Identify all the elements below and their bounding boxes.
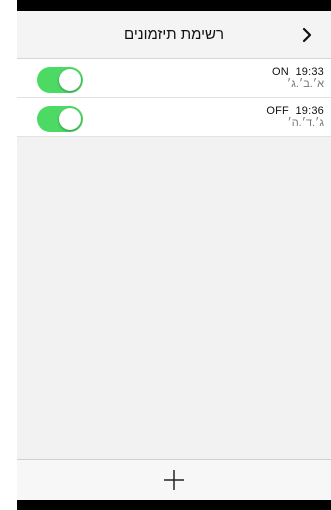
timer-state: OFF (266, 105, 289, 117)
navigation-bar (17, 500, 331, 510)
phone-screen: רשימת תיזמונים ON 19:33 א׳.ב׳.ג׳ OFF 19:… (17, 0, 331, 510)
timer-list: ON 19:33 א׳.ב׳.ג׳ OFF 19:36 ג׳.ד׳.ה׳ (17, 59, 331, 137)
timer-info: OFF 19:36 ג׳.ד׳.ה׳ (266, 105, 324, 130)
add-timer-button[interactable] (154, 462, 194, 498)
timer-info: ON 19:33 א׳.ב׳.ג׳ (272, 66, 324, 91)
timer-time: 19:33 (295, 66, 324, 78)
page-title: רשימת תיזמונים (123, 26, 224, 43)
timer-state: ON (272, 66, 289, 78)
timer-row[interactable]: OFF 19:36 ג׳.ד׳.ה׳ (17, 98, 331, 137)
timer-toggle[interactable] (37, 67, 83, 93)
header-bar: רשימת תיזמונים (17, 11, 331, 59)
back-button[interactable] (293, 11, 321, 58)
plus-icon (164, 470, 184, 490)
toggle-knob (59, 69, 81, 91)
toggle-knob (59, 108, 81, 130)
timer-toggle[interactable] (37, 106, 83, 132)
timer-time-line: ON 19:33 (272, 66, 324, 78)
timer-days: ג׳.ד׳.ה׳ (287, 117, 324, 129)
timer-days: א׳.ב׳.ג׳ (287, 78, 324, 90)
status-bar (17, 0, 331, 11)
chevron-right-icon (302, 27, 312, 42)
timer-time: 19:36 (295, 105, 324, 117)
bottom-toolbar (17, 459, 331, 500)
timer-row[interactable]: ON 19:33 א׳.ב׳.ג׳ (17, 59, 331, 98)
timer-time-line: OFF 19:36 (266, 105, 324, 117)
